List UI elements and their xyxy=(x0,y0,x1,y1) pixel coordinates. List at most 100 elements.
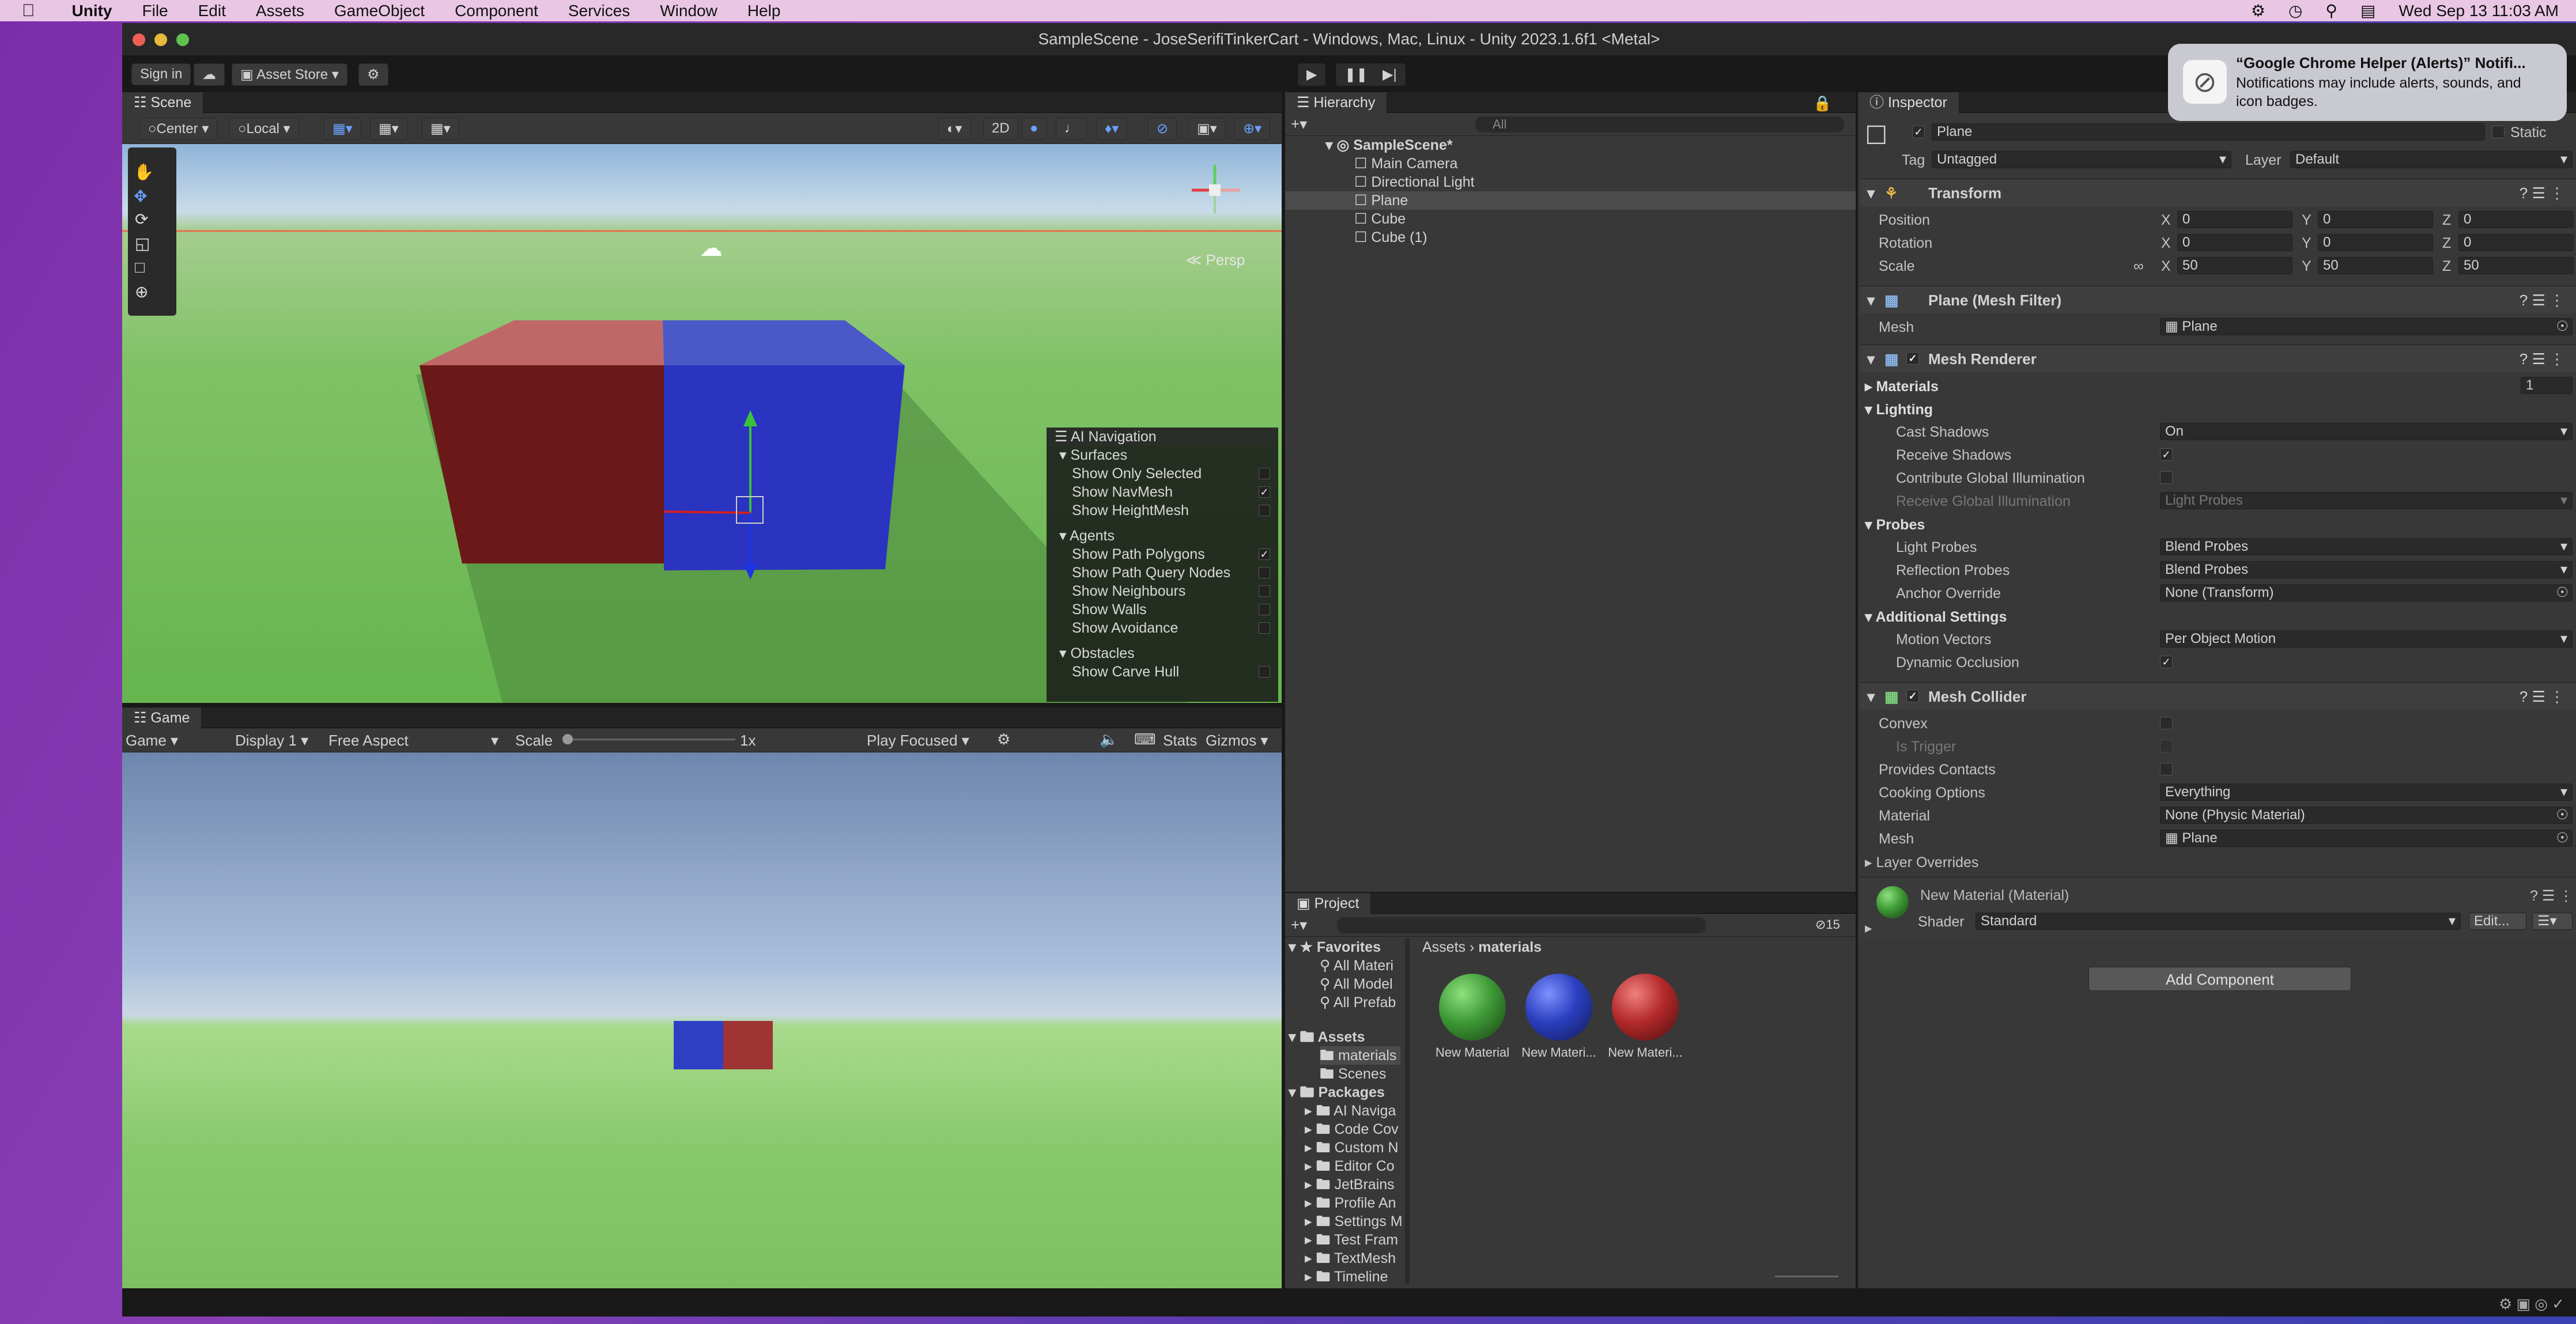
snap-increment-button[interactable]: ▦▾ xyxy=(370,118,407,140)
mesh-filter-header[interactable]: ▾ ▦ Plane (Mesh Filter) ? ☰ ⋮ xyxy=(1860,286,2576,313)
package-ai-navigation[interactable]: ▸ 🖿 AI Naviga xyxy=(1305,1102,1396,1120)
play-button[interactable]: ▶ xyxy=(1298,63,1326,86)
effects-dropdown[interactable]: ♦▾ xyxy=(1096,118,1128,140)
anchor-override-field[interactable]: None (Transform) ☉ xyxy=(2160,584,2573,602)
show-path-query-nodes-checkbox[interactable] xyxy=(1259,567,1270,578)
menu-help[interactable]: Help xyxy=(747,2,781,20)
show-navmesh[interactable]: Show NavMesh ✓ xyxy=(1047,483,1278,501)
foldout-icon[interactable]: ▾ xyxy=(1867,179,1875,207)
package-test-framework[interactable]: ▸ 🖿 Test Fram xyxy=(1305,1231,1398,1249)
show-path-polygons[interactable]: Show Path Polygons ✓ xyxy=(1047,545,1278,563)
shader-list-button[interactable]: ☰▾ xyxy=(2532,913,2573,930)
apple-icon[interactable]:  xyxy=(22,1,35,21)
aspect-dropdown[interactable]: Free Aspect xyxy=(328,732,409,750)
breadcrumb-materials[interactable]: materials xyxy=(1478,939,1542,955)
stats-button[interactable]: Stats xyxy=(1163,732,1197,750)
draw-mode-dropdown[interactable]: ◐▾ xyxy=(938,118,971,140)
fav-all-prefabs[interactable]: ⚲ All Prefab xyxy=(1320,993,1396,1012)
rotation-z[interactable]: 0 xyxy=(2458,234,2574,251)
tab-game[interactable]: ☷ Game xyxy=(122,708,202,728)
zoom-window-button[interactable] xyxy=(176,33,189,46)
contribute-gi-checkbox[interactable] xyxy=(2160,471,2173,484)
package-timeline[interactable]: ▸ 🖿 Timeline xyxy=(1305,1268,1388,1286)
show-carve-hull-checkbox[interactable] xyxy=(1259,666,1270,678)
rotation-y[interactable]: 0 xyxy=(2318,234,2433,251)
static-checkbox[interactable] xyxy=(2492,126,2505,138)
grid-visibility-button[interactable]: ▦▾ xyxy=(422,118,459,140)
favorites-header[interactable]: ▾ ★ Favorites xyxy=(1289,938,1381,956)
search-icon[interactable]: ⚲ xyxy=(2325,1,2337,20)
scale-y[interactable]: 50 xyxy=(2318,257,2433,274)
show-carve-hull[interactable]: Show Carve Hull xyxy=(1047,663,1278,681)
lighting-toggle-button[interactable]: ● xyxy=(1021,118,1047,139)
motion-vectors-dropdown[interactable]: Per Object Motion ▾ xyxy=(2160,630,2573,648)
show-avoidance-checkbox[interactable] xyxy=(1259,622,1270,634)
pause-button[interactable]: ❚❚ xyxy=(1336,63,1377,86)
provides-contacts-checkbox[interactable] xyxy=(2160,763,2173,776)
scale-slider[interactable] xyxy=(562,739,735,740)
foldout-icon[interactable]: ▾ xyxy=(1867,286,1875,314)
menu-component[interactable]: Component xyxy=(455,2,538,20)
menu-app[interactable]: Unity xyxy=(72,2,112,20)
project-search-input[interactable] xyxy=(1337,917,1706,933)
game-view[interactable] xyxy=(122,752,1282,1288)
play-mode-dropdown[interactable]: Play Focused ▾ xyxy=(867,732,969,750)
collider-material-field[interactable]: None (Physic Material) ☉ xyxy=(2160,807,2573,824)
fav-all-models[interactable]: ⚲ All Model xyxy=(1320,975,1393,993)
persp-label[interactable]: ≪ Persp xyxy=(1186,251,1245,269)
menu-window[interactable]: Window xyxy=(660,2,717,20)
hierarchy-item-cube[interactable]: ☐ Cube xyxy=(1354,210,1406,228)
show-walls[interactable]: Show Walls xyxy=(1047,600,1278,619)
assets-folder[interactable]: ▾ 🖿 Assets xyxy=(1289,1028,1365,1046)
package-code-coverage[interactable]: ▸ 🖿 Code Cov xyxy=(1305,1120,1399,1138)
project-divider[interactable] xyxy=(1405,938,1410,1284)
surfaces-section[interactable]: ▾ Surfaces xyxy=(1047,446,1278,464)
show-path-query-nodes[interactable]: Show Path Query Nodes xyxy=(1047,563,1278,582)
asset-material-red[interactable]: New Materi... xyxy=(1608,974,1683,1060)
folder-materials[interactable]: 🖿 materials xyxy=(1320,1046,1400,1065)
gizmos-button[interactable]: Gizmos ▾ xyxy=(1206,732,1268,750)
create-button[interactable]: +▾ xyxy=(1291,115,1307,133)
project-create-button[interactable]: +▾ xyxy=(1291,916,1307,934)
hierarchy-item-cube-1[interactable]: ☐ Cube (1) xyxy=(1354,228,1427,247)
additional-settings-foldout[interactable]: ▾ Additional Settings xyxy=(1865,608,2007,626)
icon-size-slider[interactable] xyxy=(1775,1276,1838,1277)
package-editor-coroutines[interactable]: ▸ 🖿 Editor Co xyxy=(1305,1157,1395,1175)
package-custom-nunit[interactable]: ▸ 🖿 Custom N xyxy=(1305,1138,1399,1157)
tab-project[interactable]: ▣ Project xyxy=(1285,893,1372,914)
show-path-polygons-checkbox[interactable]: ✓ xyxy=(1259,548,1270,560)
asset-material-green[interactable]: New Material xyxy=(1435,974,1510,1060)
tag-dropdown[interactable]: Untagged ▾ xyxy=(1932,151,2231,168)
component-menu-icon[interactable]: ? ☰ ⋮ xyxy=(2520,286,2564,314)
tool-move-icon[interactable]: ✥ xyxy=(134,187,147,206)
fav-all-materials[interactable]: ⚲ All Materi xyxy=(1320,956,1393,975)
grid-snap-button[interactable]: ▦▾ xyxy=(324,118,361,140)
package-textmeshpro[interactable]: ▸ 🖿 TextMesh xyxy=(1305,1249,1396,1268)
object-name-field[interactable]: Plane xyxy=(1932,123,2485,141)
menu-file[interactable]: File xyxy=(142,2,168,20)
folder-scenes[interactable]: 🖿 Scenes xyxy=(1320,1065,1386,1083)
lighting-foldout[interactable]: ▾ Lighting xyxy=(1865,401,1933,418)
breadcrumb-assets[interactable]: Assets xyxy=(1422,939,1465,955)
control-center-icon[interactable]: ▤ xyxy=(2360,1,2375,20)
game-mode-dropdown[interactable]: Game ▾ xyxy=(126,732,178,750)
scale-x[interactable]: 50 xyxy=(2177,257,2292,274)
packages-folder[interactable]: ▾ 🖿 Packages xyxy=(1289,1083,1385,1102)
component-menu-icon[interactable]: ? ☰ ⋮ xyxy=(2520,345,2564,373)
dynamic-occlusion-checkbox[interactable]: ✓ xyxy=(2160,656,2173,668)
audio-toggle-button[interactable]: ♩ xyxy=(1056,118,1087,139)
material-menu-icon[interactable]: ? ☰ ⋮ xyxy=(2530,887,2573,905)
notification-banner[interactable]: ⊘ “Google Chrome Helper (Alerts)” Notifi… xyxy=(2168,44,2567,121)
cooking-options-dropdown[interactable]: Everything ▾ xyxy=(2160,784,2573,801)
scale-z[interactable]: 50 xyxy=(2458,257,2574,274)
sign-in-button[interactable]: Sign in xyxy=(131,63,191,85)
mute-audio-icon[interactable]: 🔈 xyxy=(1100,731,1118,748)
mesh-collider-enabled-checkbox[interactable]: ✓ xyxy=(1906,690,1919,702)
package-settings-manager[interactable]: ▸ 🖿 Settings M xyxy=(1305,1212,1403,1231)
show-heightmesh[interactable]: Show HeightMesh xyxy=(1047,501,1278,520)
mesh-renderer-enabled-checkbox[interactable]: ✓ xyxy=(1906,352,1919,365)
link-scale-icon[interactable]: ∞ xyxy=(2133,258,2144,275)
gizmos-dropdown[interactable]: ⊕▾ xyxy=(1234,118,1271,140)
tool-rotate-icon[interactable]: ⟳ xyxy=(135,210,148,229)
foldout-icon[interactable]: ▾ xyxy=(1867,345,1875,373)
